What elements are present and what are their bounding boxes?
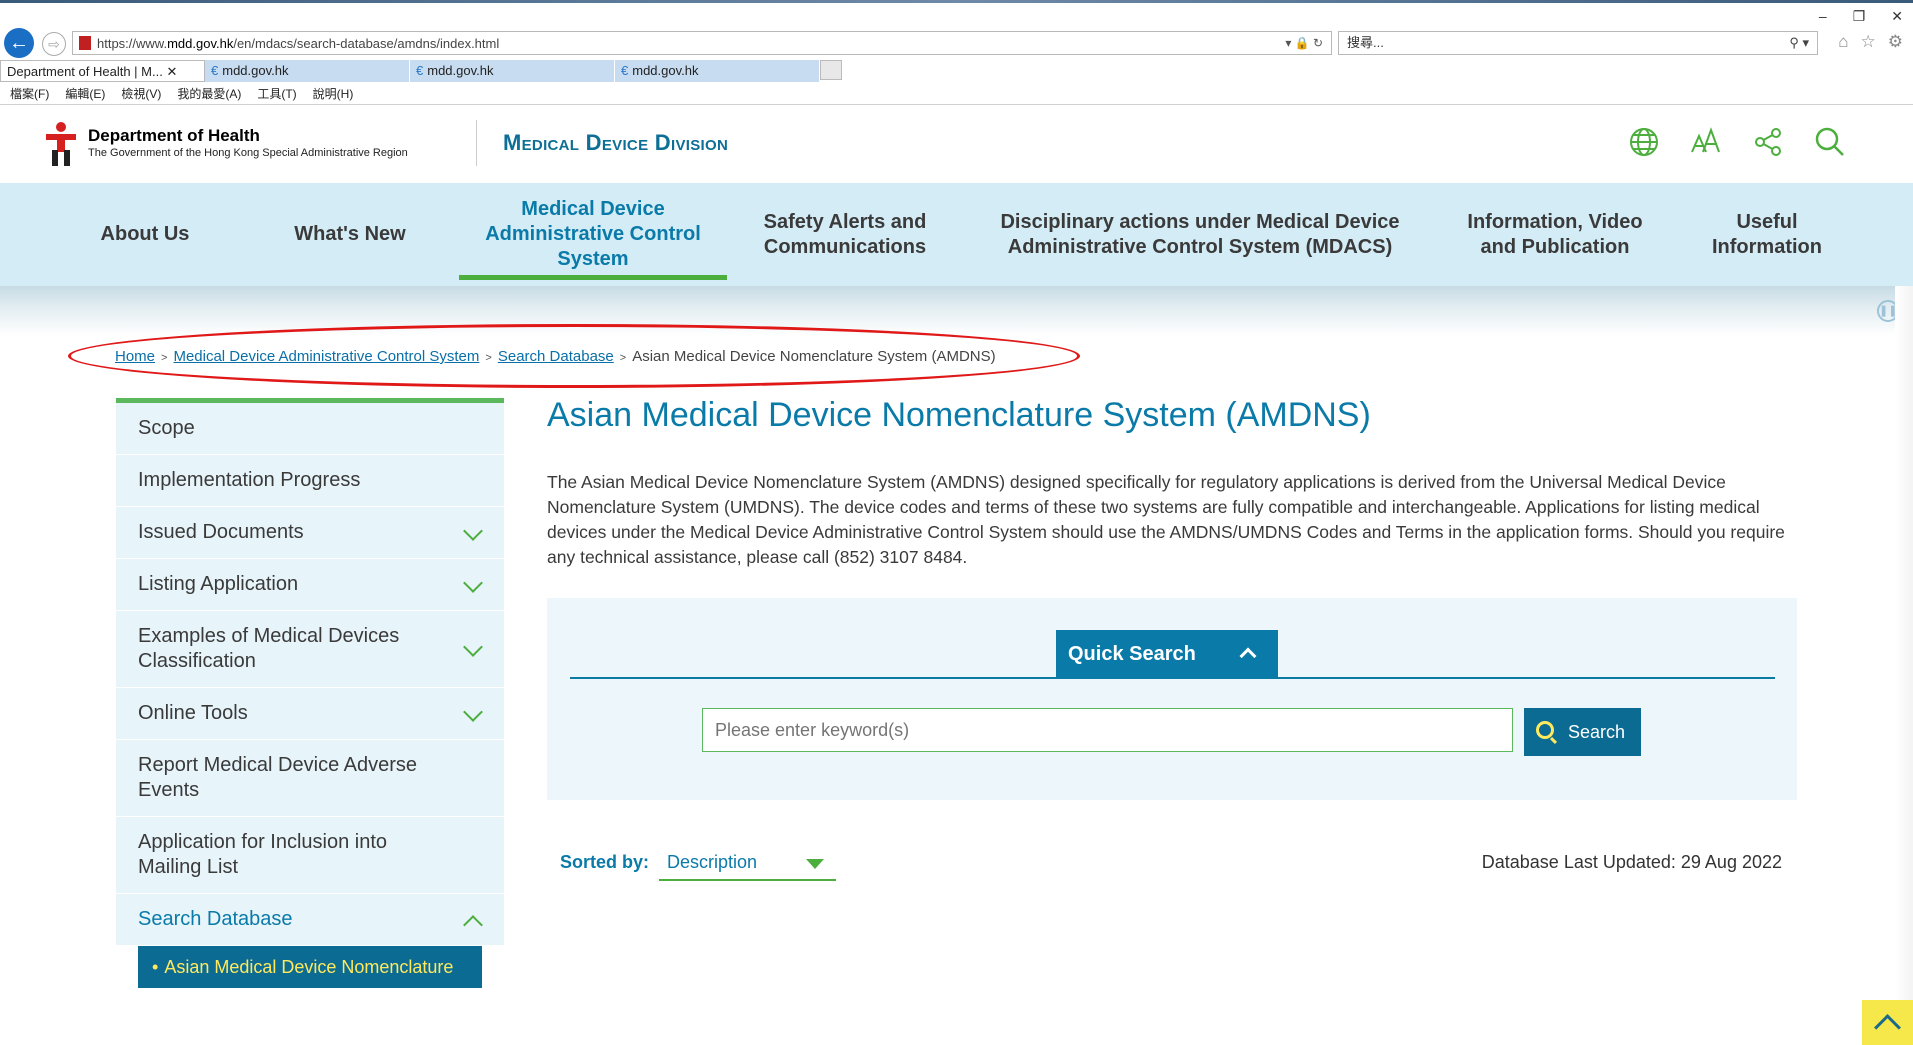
sorted-by-label: Sorted by: xyxy=(560,852,650,872)
home-icon[interactable]: ⌂ xyxy=(1838,32,1848,52)
sidebar-item-mailing-list[interactable]: Application for Inclusion into Mailing L… xyxy=(116,817,504,894)
chevron-down-icon[interactable] xyxy=(463,572,483,593)
site-favicon-icon xyxy=(79,36,91,50)
dropdown-arrow-icon xyxy=(806,859,824,869)
bullet-icon: • xyxy=(152,957,159,977)
address-bar[interactable]: https://www.mdd.gov.hk/en/mdacs/search-d… xyxy=(72,31,1332,55)
sidebar-item-examples-classification[interactable]: Examples of Medical Devices Classificati… xyxy=(116,611,504,688)
nav-disciplinary-actions[interactable]: Disciplinary actions under Medical Devic… xyxy=(992,183,1408,286)
nav-about-us[interactable]: About Us xyxy=(85,183,205,286)
division-title[interactable]: Medical Device Division xyxy=(503,130,728,156)
chrome-divider xyxy=(0,104,1913,105)
ie-page-icon: € xyxy=(621,63,629,78)
quick-search-panel xyxy=(547,598,1797,800)
header-divider xyxy=(476,120,477,166)
header-tools xyxy=(1628,126,1846,158)
settings-gear-icon[interactable]: ⚙ xyxy=(1888,32,1903,52)
page-right-edge xyxy=(1895,286,1913,1045)
ie-page-icon: € xyxy=(416,63,424,78)
menu-favorites[interactable]: 我的最愛(A) xyxy=(177,84,241,104)
sidebar-subitem-amdns[interactable]: • Asian Medical Device Nomenclature xyxy=(138,946,482,988)
browser-tab[interactable]: € mdd.gov.hk xyxy=(410,60,615,82)
browser-menu-bar: 檔案(F) 編輯(E) 檢視(V) 我的最愛(A) 工具(T) 說明(H) xyxy=(0,84,353,104)
window-top-stripe xyxy=(0,0,1913,3)
url-text: https://www.mdd.gov.hk/en/mdacs/search-d… xyxy=(97,35,500,51)
new-tab-button[interactable] xyxy=(820,60,842,80)
ie-page-icon: € xyxy=(211,63,219,78)
menu-file[interactable]: 檔案(F) xyxy=(10,84,49,104)
department-subtitle: The Government of the Hong Kong Special … xyxy=(88,147,408,159)
favorites-star-icon[interactable]: ☆ xyxy=(1861,32,1876,52)
search-icon xyxy=(1536,721,1554,739)
page-title: Asian Medical Device Nomenclature System… xyxy=(547,396,1371,434)
browser-tab-strip: Department of Health | M... ✕ € mdd.gov.h… xyxy=(0,60,842,82)
sidebar-item-search-database[interactable]: Search Database xyxy=(116,894,504,946)
red-annotation-ellipse xyxy=(68,324,1080,388)
sidebar-item-report-adverse-events[interactable]: Report Medical Device Adverse Events xyxy=(116,740,504,817)
sidebar-item-issued-documents[interactable]: Issued Documents xyxy=(116,507,504,559)
menu-view[interactable]: 檢視(V) xyxy=(121,84,161,104)
globe-icon[interactable] xyxy=(1628,126,1660,158)
sidebar: Scope Implementation Progress Issued Doc… xyxy=(116,398,504,988)
page-description: The Asian Medical Device Nomenclature Sy… xyxy=(547,472,1785,567)
sidebar-item-online-tools[interactable]: Online Tools xyxy=(116,688,504,740)
restore-button[interactable]: ❐ xyxy=(1853,8,1866,25)
sidebar-item-listing-application[interactable]: Listing Application xyxy=(116,559,504,611)
font-size-icon[interactable] xyxy=(1690,126,1722,158)
chevron-up-icon xyxy=(1239,647,1257,665)
department-title: Department of Health xyxy=(88,126,260,145)
browser-tab[interactable]: Department of Health | M... ✕ xyxy=(0,60,205,82)
window-controls: – ❐ ✕ xyxy=(1819,8,1913,25)
sidebar-item-implementation-progress[interactable]: Implementation Progress xyxy=(116,455,504,507)
database-last-updated: Database Last Updated: 29 Aug 2022 xyxy=(1481,852,1782,872)
menu-help[interactable]: 說明(H) xyxy=(313,84,354,104)
search-button[interactable]: Search xyxy=(1524,708,1641,756)
chevron-up-icon[interactable] xyxy=(463,914,483,935)
search-icon[interactable] xyxy=(1814,126,1846,158)
nav-whats-new[interactable]: What's New xyxy=(280,183,420,286)
browser-search-box[interactable]: 搜尋... ⚲ ▾ xyxy=(1338,31,1818,55)
back-button[interactable]: ← xyxy=(4,28,34,58)
menu-edit[interactable]: 編輯(E) xyxy=(65,84,105,104)
sort-dropdown[interactable]: Description xyxy=(659,843,836,881)
chevron-down-icon[interactable] xyxy=(463,637,483,657)
quick-search-toggle[interactable]: Quick Search xyxy=(1056,630,1278,678)
main-nav: About Us What's New Medical Device Admin… xyxy=(0,183,1913,286)
back-to-top-button[interactable] xyxy=(1862,1000,1913,1045)
page-banner xyxy=(0,286,1913,336)
nav-mdacs[interactable]: Medical Device Administrative Control Sy… xyxy=(459,183,727,286)
nav-information-video[interactable]: Information, Video and Publication xyxy=(1447,183,1663,286)
chevron-down-icon[interactable] xyxy=(463,701,483,722)
browser-toolbar-icons: ⌂ ☆ ⚙ xyxy=(1838,32,1903,52)
department-of-health-logo[interactable] xyxy=(42,120,80,166)
minimize-button[interactable]: – xyxy=(1819,8,1827,25)
nav-useful-information[interactable]: Useful Information xyxy=(1697,183,1837,286)
browser-tab[interactable]: € mdd.gov.hk xyxy=(205,60,410,82)
menu-tools[interactable]: 工具(T) xyxy=(257,84,296,104)
address-controls[interactable]: ▾ 🔒 ↻ xyxy=(1285,36,1331,50)
forward-button[interactable]: ⇨ xyxy=(42,32,66,56)
keyword-search-input[interactable] xyxy=(702,708,1513,752)
close-window-button[interactable]: ✕ xyxy=(1891,8,1903,25)
share-icon[interactable] xyxy=(1752,126,1784,158)
browser-search-icon[interactable]: ⚲ ▾ xyxy=(1789,32,1809,54)
chevron-down-icon[interactable] xyxy=(463,520,483,541)
nav-safety-alerts[interactable]: Safety Alerts and Communications xyxy=(745,183,945,286)
browser-tab[interactable]: € mdd.gov.hk xyxy=(615,60,820,82)
sidebar-item-scope[interactable]: Scope xyxy=(116,403,504,455)
